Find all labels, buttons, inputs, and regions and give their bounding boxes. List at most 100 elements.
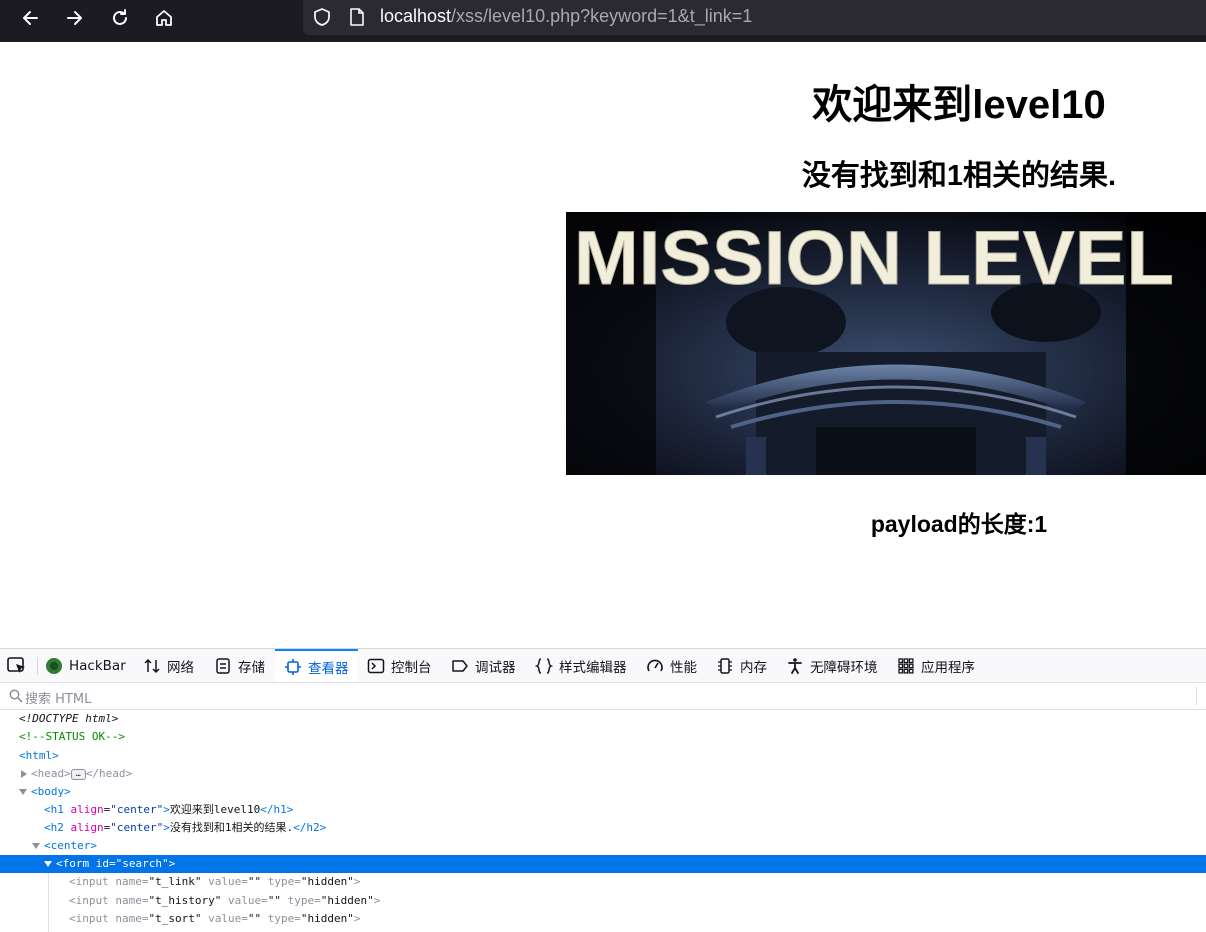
collapse-arrow-icon[interactable] <box>19 789 27 795</box>
body-tag: <body> <box>31 785 71 798</box>
url-bar[interactable]: localhost/xss/level10.php?keyword=1&t_li… <box>303 0 1206 35</box>
input-tag: <input <box>69 875 109 888</box>
hackbar-icon <box>46 657 62 674</box>
memory-icon <box>718 657 732 674</box>
tab-hackbar[interactable]: HackBar <box>45 649 126 682</box>
tag-close: > <box>373 894 381 907</box>
tag-close: > <box>353 912 361 925</box>
style-editor-icon <box>535 657 553 674</box>
page-content: 欢迎来到level10 没有找到和1相关的结果. MISSION LEVEL p… <box>0 42 1206 648</box>
page-title: 欢迎来到level10 <box>812 83 1106 127</box>
h1-text-node: 欢迎来到level10 <box>169 803 261 816</box>
attr-value: "" <box>267 894 281 907</box>
tree-node-doctype[interactable]: <!DOCTYPE html> <box>0 710 1206 728</box>
expand-arrow-icon[interactable] <box>21 770 27 778</box>
tab-style-editor[interactable]: 样式编辑器 <box>535 649 627 682</box>
browser-toolbar: localhost/xss/level10.php?keyword=1&t_li… <box>0 0 1206 42</box>
tab-label: 控制台 <box>391 659 432 676</box>
banner-title: MISSION LEVEL <box>574 216 1174 301</box>
doctype-text: <!DOCTYPE html> <box>19 712 119 725</box>
h1-tag-name: h1 <box>50 803 64 816</box>
tab-memory[interactable]: 内存 <box>716 649 767 682</box>
tree-node-h1[interactable]: <h1 align="center">欢迎来到level10</h1> <box>0 801 1206 819</box>
tab-performance[interactable]: 性能 <box>646 649 697 682</box>
tree-node-comment[interactable]: <!--STATUS OK--> <box>0 728 1206 746</box>
url-path: /xss/level10.php?keyword=1&t_link=1 <box>451 6 753 26</box>
h2-tag-name: h2 <box>50 821 64 834</box>
attr-value: "" <box>247 875 262 888</box>
attr-name: name= <box>115 875 149 888</box>
tab-label: 查看器 <box>308 660 349 677</box>
attr-value: "hidden" <box>300 912 354 925</box>
devtools-tab-bar: HackBar 网络 存储 查看器 控制台 调试器 样式编辑器 性能 内存 无障… <box>0 649 1206 683</box>
h2-text-node: 没有找到和1相关的结果. <box>169 821 294 834</box>
tab-label: 应用程序 <box>921 659 975 676</box>
attr-value: "t_sort" <box>148 912 202 925</box>
attr-value: "hidden" <box>300 875 354 888</box>
comment-text: <!--STATUS OK--> <box>19 730 125 743</box>
attr-value: "t_history" <box>148 894 222 907</box>
tree-node-html[interactable]: <html> <box>0 747 1206 765</box>
attr-name: value= <box>208 912 248 925</box>
html-search-bar[interactable]: 搜索 HTML <box>0 683 1206 710</box>
back-arrow-icon <box>23 11 38 25</box>
url-text[interactable]: localhost/xss/level10.php?keyword=1&t_li… <box>380 6 752 27</box>
html-tag: <html> <box>19 749 59 762</box>
tree-node-form-selected[interactable]: <form id="search"> <box>0 855 1206 873</box>
search-result-heading: 没有找到和1相关的结果. <box>801 160 1117 192</box>
tab-debugger[interactable]: 调试器 <box>451 649 516 682</box>
home-button[interactable] <box>147 4 181 32</box>
collapse-arrow-icon[interactable] <box>32 843 40 849</box>
debugger-icon <box>452 659 468 672</box>
tree-node-h2[interactable]: <h2 align="center">没有找到和1相关的结果.</h2> <box>0 819 1206 837</box>
tab-label: HackBar <box>69 657 126 674</box>
tab-network[interactable]: 网络 <box>143 649 194 682</box>
tree-node-head[interactable]: <head>… </head> <box>0 765 1206 783</box>
tab-label: 无障碍环境 <box>810 659 878 676</box>
forward-button[interactable] <box>58 4 92 32</box>
tree-node-input-t-link[interactable]: <input name="t_link" value="" type="hidd… <box>0 873 1206 891</box>
tab-label: 调试器 <box>475 659 516 676</box>
storage-icon <box>216 657 230 674</box>
back-button[interactable] <box>13 4 47 32</box>
mission-level-banner: MISSION LEVEL <box>566 212 1206 475</box>
attr-name: type= <box>267 875 301 888</box>
center-tag: <center> <box>44 839 97 852</box>
home-icon <box>156 10 172 26</box>
console-icon <box>367 658 385 673</box>
shield-icon[interactable] <box>312 7 332 27</box>
attr-value: "center" <box>110 821 164 834</box>
page-icon <box>350 8 364 26</box>
network-icon <box>144 658 160 673</box>
tab-label: 内存 <box>740 659 767 676</box>
attr-value: "hidden" <box>320 894 374 907</box>
tab-application[interactable]: 应用程序 <box>897 649 975 682</box>
tree-node-body[interactable]: <body> <box>0 783 1206 801</box>
form-tag: <form id="search"> <box>56 857 176 870</box>
tree-node-input-t-sort[interactable]: <input name="t_sort" value="" type="hidd… <box>0 910 1206 928</box>
head-tag: <head> <box>31 767 71 780</box>
tab-storage[interactable]: 存储 <box>214 649 265 682</box>
payload-length: payload的长度:1 <box>870 511 1048 537</box>
attr-value: "t_link" <box>148 875 202 888</box>
attr-name: align <box>70 821 104 834</box>
application-icon <box>898 657 914 674</box>
tree-node-center[interactable]: <center> <box>0 837 1206 855</box>
attr-name: name= <box>115 912 149 925</box>
search-html-input[interactable]: 搜索 HTML <box>25 688 91 707</box>
tab-label: 网络 <box>167 659 194 676</box>
attr-name: align <box>70 803 104 816</box>
collapse-arrow-icon[interactable] <box>44 861 52 867</box>
tree-node-input-t-history[interactable]: <input name="t_history" value="" type="h… <box>0 892 1206 910</box>
element-picker-icon[interactable] <box>6 656 28 676</box>
tab-accessibility[interactable]: 无障碍环境 <box>786 649 878 682</box>
h2-close-tag: </h2> <box>293 821 327 834</box>
tab-label: 性能 <box>670 659 697 676</box>
attr-name: type= <box>287 894 321 907</box>
reload-button[interactable] <box>103 4 137 32</box>
search-icon <box>9 689 23 703</box>
collapsed-ellipsis-icon[interactable]: … <box>70 768 86 780</box>
tab-inspector[interactable]: 查看器 <box>275 649 358 682</box>
tab-separator <box>37 657 38 675</box>
tab-console[interactable]: 控制台 <box>367 649 432 682</box>
